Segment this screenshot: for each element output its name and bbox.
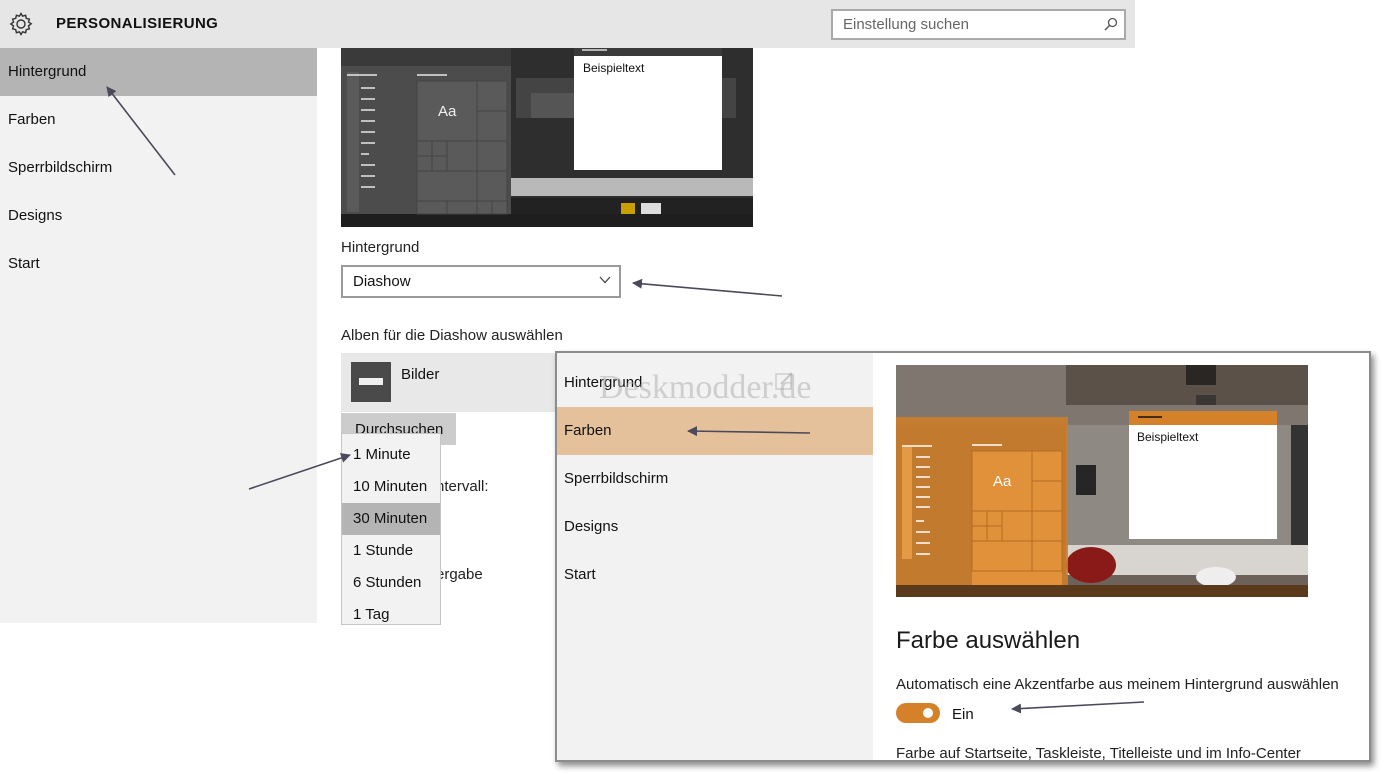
search-input[interactable] [833,11,1098,38]
interval-option-1-minute[interactable]: 1 Minute [342,439,440,471]
playback-label: ergabe [436,566,483,583]
albums-label: Alben für die Diashow auswählen [341,327,563,344]
colors-preview-illustration [896,365,1308,597]
edit-icon [775,372,793,390]
sidebar-item-designs[interactable]: Designs [0,192,317,240]
sidebar-item-farben[interactable]: Farben [0,96,317,144]
preview-illustration [341,48,753,227]
colors-preview: Aa Beispieltext [896,365,1308,597]
background-dropdown[interactable]: Diashow [341,265,621,298]
overlay-sidebar-item-sperrbildschirm[interactable]: Sperrbildschirm [557,455,873,503]
title-bar: PERSONALISIERUNG [0,0,1135,48]
sidebar-item-start[interactable]: Start [0,240,317,288]
interval-option-1-stunde[interactable]: 1 Stunde [342,535,440,567]
drive-icon [351,362,391,402]
colors-settings-window: Hintergrund Farben Sperrbildschirm Desig… [555,351,1371,762]
gear-icon[interactable] [8,11,34,37]
background-preview: Aa Beispieltext [341,48,753,227]
interval-option-30-minuten[interactable]: 30 Minuten [342,503,440,535]
search-box[interactable] [831,9,1126,40]
interval-option-10-minuten[interactable]: 10 Minuten [342,471,440,503]
accent-surfaces-label: Farbe auf Startseite, Taskleiste, Titell… [896,745,1301,762]
page-title: PERSONALISIERUNG [56,15,219,32]
auto-accent-toggle[interactable] [896,703,940,723]
chevron-down-icon [599,276,611,284]
preview-tile-text: Aa [438,103,457,120]
choose-color-heading: Farbe auswählen [896,627,1081,654]
album-name: Bilder [401,366,440,383]
background-label: Hintergrund [341,239,420,256]
overlay-sidebar: Hintergrund Farben Sperrbildschirm Desig… [557,353,873,760]
overlay-sidebar-item-farben[interactable]: Farben [557,407,873,455]
auto-accent-toggle-state: Ein [952,706,974,723]
arrow-to-diashow [632,278,783,297]
auto-accent-label: Automatisch eine Akzentfarbe aus meinem … [896,676,1339,693]
overlay-sidebar-item-designs[interactable]: Designs [557,503,873,551]
colors-preview-sample-text: Beispieltext [1137,430,1199,444]
interval-option-1-tag[interactable]: 1 Tag [342,599,440,624]
background-dropdown-value: Diashow [353,273,411,290]
album-item[interactable]: Bilder [341,353,571,412]
preview-sample-text: Beispieltext [583,61,645,75]
overlay-sidebar-item-start[interactable]: Start [557,551,873,599]
interval-dropdown-list: 1 Minute 10 Minuten 30 Minuten 1 Stunde … [341,433,441,625]
search-icon[interactable] [1104,17,1118,31]
sidebar-item-hintergrund[interactable]: Hintergrund [0,48,317,96]
sidebar-item-sperrbildschirm[interactable]: Sperrbildschirm [0,144,317,192]
sidebar: Hintergrund Farben Sperrbildschirm Desig… [0,48,317,623]
interval-option-6-stunden[interactable]: 6 Stunden [342,567,440,599]
colors-preview-tile-text: Aa [993,473,1012,490]
interval-label: ntervall: [436,478,489,495]
